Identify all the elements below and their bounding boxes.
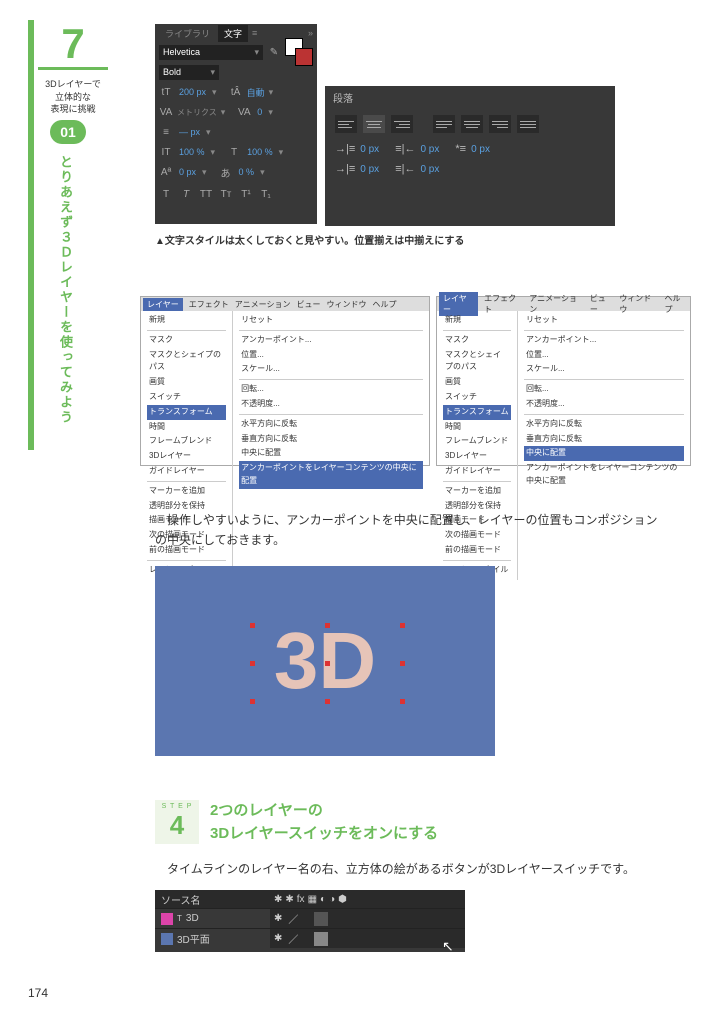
vscale-icon: IT (159, 145, 173, 159)
subscript-icon[interactable]: T₁ (259, 187, 273, 201)
menu-screenshot-left: レイヤーエフェクトアニメーションビューウィンドウヘルプ 新規 マスク マスクとシ… (140, 296, 430, 466)
bold-icon[interactable]: T (159, 187, 173, 201)
eyedropper-icon[interactable]: ✎ (267, 45, 281, 59)
font-family-select[interactable]: Helvetica▾ (159, 45, 263, 60)
align-center-icon[interactable] (363, 115, 385, 133)
hscale-value[interactable]: 100 % (245, 147, 275, 157)
layer-row-2[interactable]: 3D平面 (155, 931, 270, 946)
indent-left-icon: →|≡ (335, 143, 355, 155)
cursor-icon: ↖ (442, 938, 454, 955)
tab-menu-icon[interactable]: ≡ (252, 28, 257, 38)
timeline-panel: ソース名 ✱ ✱ fx ▦ ◐ ◑ ⬢ T3D ✱／ 3D平面 ✱／ (155, 890, 465, 952)
font-size-value[interactable]: 200 px (177, 87, 208, 97)
space-after-value[interactable]: 0 px (418, 164, 441, 175)
space-before-icon: →|≡ (335, 163, 355, 175)
font-weight-select[interactable]: Bold▾ (159, 65, 219, 80)
indent-right-icon: ≡|← (395, 143, 415, 155)
step-description: タイムラインのレイヤー名の右、立方体の絵があるボタンが3Dレイヤースイッチです。 (155, 860, 665, 879)
fx-icon: fx (297, 894, 305, 905)
column-source-name: ソース名 (155, 890, 270, 908)
align-right-icon[interactable] (391, 115, 413, 133)
section-title-vertical: とりあえず３Ｄレイヤーを使ってみよう (56, 155, 75, 425)
allcaps-icon[interactable]: TT (199, 187, 213, 201)
baseline-value[interactable]: 0 px (177, 167, 198, 177)
tab-character[interactable]: 文字 (218, 25, 248, 42)
step-title: 2つのレイヤーの3Dレイヤースイッチをオンにする (210, 800, 438, 845)
indent-first-value[interactable]: 0 px (469, 144, 492, 155)
leading-icon: tÂ (229, 85, 243, 99)
justify-center-icon[interactable] (461, 115, 483, 133)
menu-item-transform[interactable]: トランスフォーム (147, 405, 226, 420)
3d-switch-header-icon: ⬢ (338, 894, 347, 905)
stroke-icon: ≡ (159, 125, 173, 139)
frame-blend-icon: ▦ (308, 894, 317, 905)
section-badge: 01 (50, 120, 86, 144)
motion-blur-icon: ◐ (320, 894, 326, 905)
character-panel: ライブラリ 文字 ≡ » Helvetica▾ ✎ Bold▾ tT 200 p… (155, 24, 317, 224)
italic-icon[interactable]: T (179, 187, 193, 201)
justify-left-icon[interactable] (433, 115, 455, 133)
hscale-icon: T (227, 145, 241, 159)
menu-item-anchor-center[interactable]: アンカーポイントをレイヤーコンテンツの中央に配置 (239, 461, 423, 489)
indent-first-icon: *≡ (455, 143, 466, 155)
stroke-value[interactable]: — px (177, 127, 202, 137)
leading-value[interactable]: 自動 (247, 86, 265, 99)
menu-screenshot-right: レイヤーエフェクトアニメーションビューウィンドウヘルプ 新規 マスク マスクとシ… (436, 296, 691, 466)
font-size-icon: tT (159, 85, 173, 99)
shy-icon: ✱ (274, 894, 282, 905)
chapter-number: 7 (38, 20, 108, 70)
vscale-value[interactable]: 100 % (177, 147, 207, 157)
smallcaps-icon[interactable]: Tᴛ (219, 187, 233, 201)
adjustment-icon: ◑ (329, 894, 335, 905)
indent-right-value[interactable]: 0 px (418, 144, 441, 155)
menu-item-center[interactable]: 中央に配置 (524, 446, 684, 461)
align-left-icon[interactable] (335, 115, 357, 133)
3d-switch-button[interactable] (314, 912, 328, 926)
space-before-value[interactable]: 0 px (358, 164, 381, 175)
justify-right-icon[interactable] (489, 115, 511, 133)
indent-left-value[interactable]: 0 px (358, 144, 381, 155)
baseline-icon: Aª (159, 165, 173, 179)
panel-title: 段落 (325, 86, 615, 109)
tsume-value[interactable]: 0 % (237, 167, 257, 177)
tracking-icon: VA (237, 105, 251, 119)
kerning-icon: VA (159, 105, 173, 119)
tracking-value[interactable]: 0 (255, 107, 264, 117)
figure-caption: ▲文字スタイルは太くしておくと見やすい。位置揃えは中揃えにする (155, 232, 464, 247)
chapter-title: 3Dレイヤーで立体的な表現に挑戦 (38, 78, 108, 116)
page-number: 174 (28, 986, 48, 1000)
tsume-icon: あ (219, 165, 233, 179)
tab-library[interactable]: ライブラリ (159, 25, 216, 42)
composition-preview: 3D (155, 566, 495, 756)
3d-switch-button[interactable] (314, 932, 328, 946)
layer-row-1[interactable]: T3D (155, 913, 270, 925)
av-icon: ✱ (285, 894, 293, 905)
paragraph-panel: 段落 →|≡0 px ≡|←0 px *≡0 px →|≡0 px ≡|←0 p… (325, 86, 615, 226)
space-after-icon: ≡|← (395, 163, 415, 175)
superscript-icon[interactable]: T¹ (239, 187, 253, 201)
color-swatch[interactable] (285, 38, 313, 66)
kerning-value[interactable]: メトリクス (177, 107, 217, 118)
step-badge: S T E P 4 (155, 800, 199, 844)
menubar: レイヤーエフェクトアニメーションビューウィンドウヘルプ (141, 297, 429, 311)
close-icon[interactable]: » (308, 28, 313, 38)
justify-all-icon[interactable] (517, 115, 539, 133)
body-paragraph-1: 操作しやすいように、アンカーポイントを中央に配置し、レイヤーの位置もコンポジショ… (155, 510, 665, 551)
